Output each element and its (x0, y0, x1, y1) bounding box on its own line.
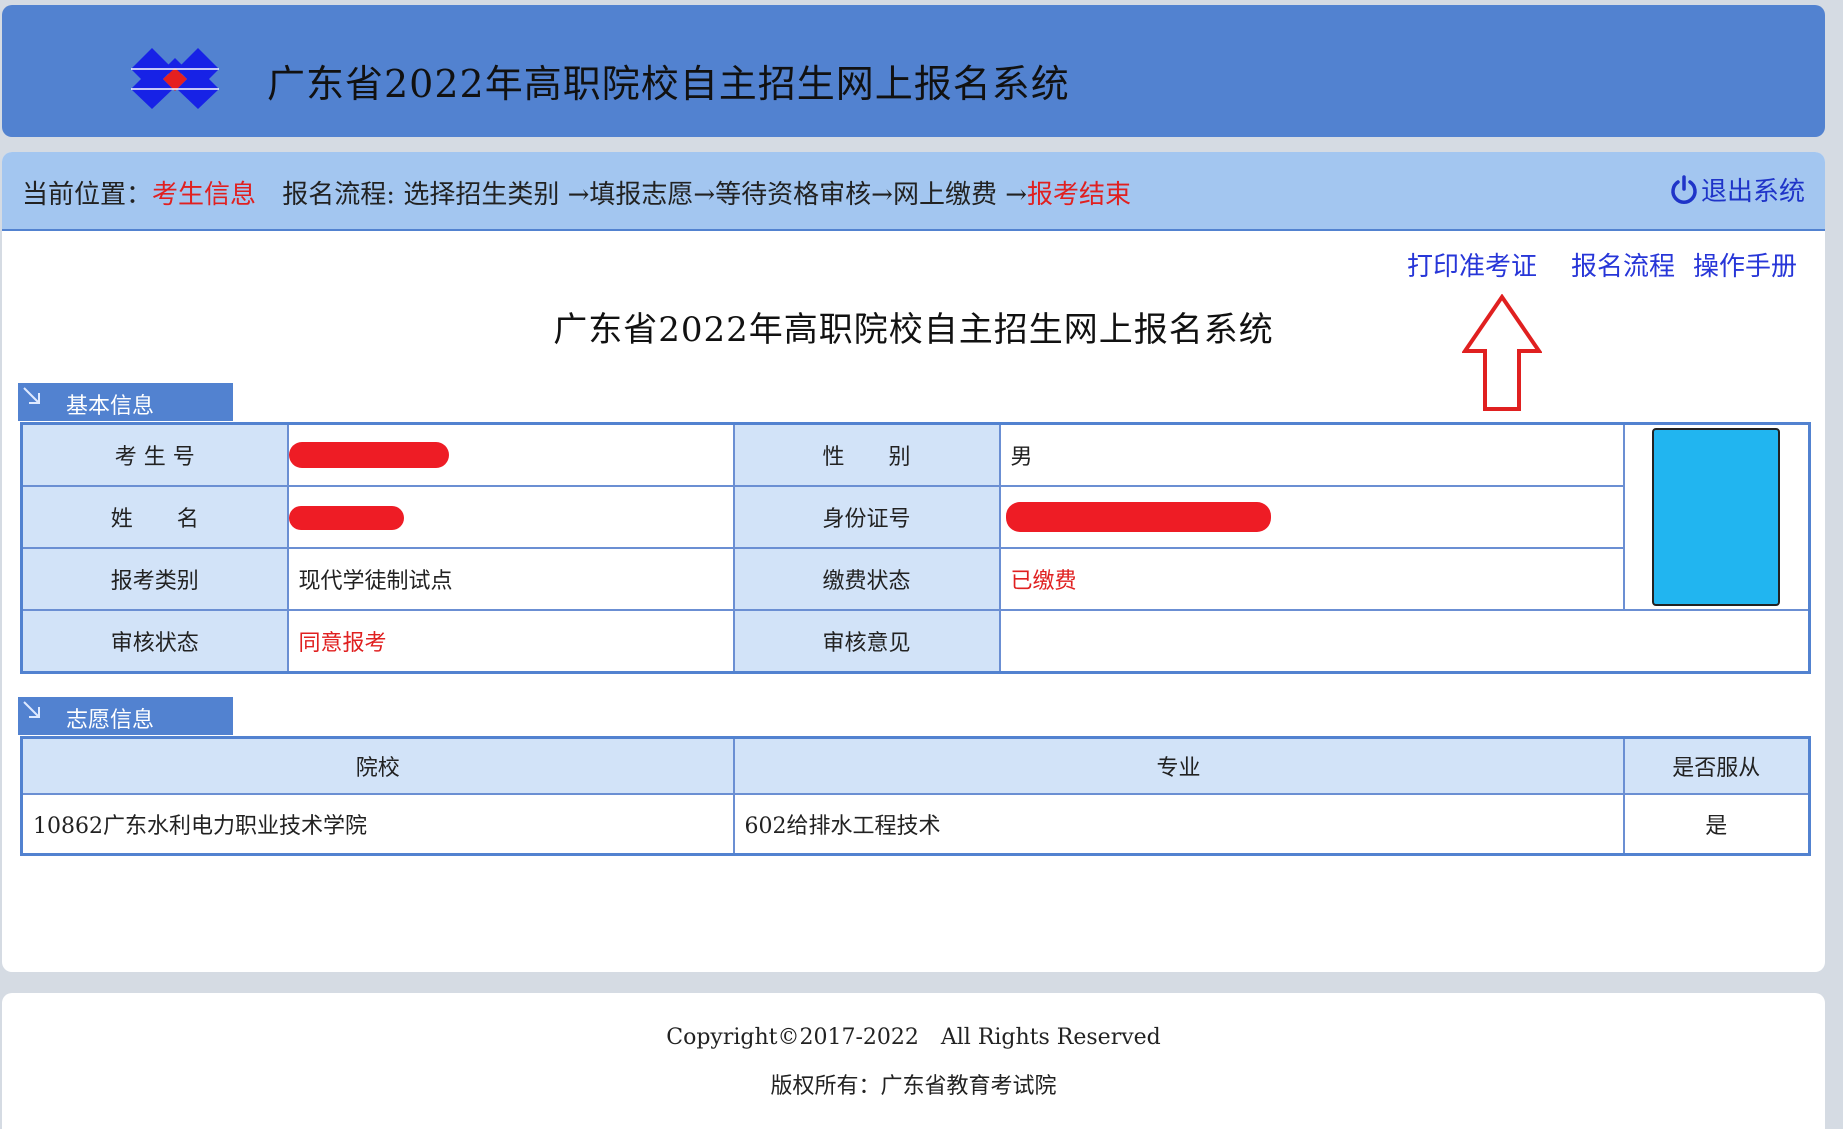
redaction-mark (288, 442, 449, 468)
wish-info-tab: 志愿信息 (18, 697, 233, 735)
review-opinion-value (998, 609, 1811, 674)
corner-arrow-icon (23, 387, 40, 404)
redaction-mark (288, 505, 404, 530)
gender-label: 性 别 (732, 422, 1001, 487)
payment-status-value: 已缴费 (998, 547, 1625, 611)
up-arrow-annotation (1462, 294, 1542, 411)
basic-info-tab: 基本信息 (18, 383, 233, 421)
major-header: 专业 (732, 736, 1625, 795)
logout-button[interactable]: 退出系统 (1669, 171, 1805, 208)
breadcrumb: 当前位置：考生信息 报名流程: 选择招生类别 →填报志愿→等待资格审核→网上缴费… (2, 152, 1825, 231)
flow-label: 报名流程: (282, 180, 404, 210)
name-value (286, 485, 735, 549)
table-row: 姓 名 身份证号 (20, 485, 1810, 549)
table-row: 10862广东水利电力职业技术学院 602给排水工程技术 是 (20, 793, 1811, 856)
school-header: 院校 (20, 736, 735, 795)
footer: Copyright©2017-2022 All Rights Reserved … (2, 993, 1825, 1129)
school-cell: 10862广东水利电力职业技术学院 (20, 793, 735, 856)
major-cell: 602给排水工程技术 (732, 793, 1625, 856)
obey-header: 是否服从 (1622, 736, 1811, 795)
basic-info-table: 考 生 号 性 别 男 姓 名 身份证号 报考类别 现代学徒制试点 缴费状态 已… (20, 422, 1811, 674)
table-row: 报考类别 现代学徒制试点 缴费状态 已缴费 (20, 547, 1810, 611)
breadcrumb-label: 当前位置： (22, 180, 153, 210)
exam-no-label: 考 生 号 (20, 422, 289, 487)
category-value: 现代学徒制试点 (286, 547, 735, 611)
redaction-mark (1005, 502, 1271, 532)
owner-text: 版权所有：广东省教育考试院 (770, 1074, 1057, 1099)
table-row: 审核状态 同意报考 审核意见 (20, 609, 1811, 674)
basic-info-title: 基本信息 (66, 394, 155, 419)
name-label: 姓 名 (20, 485, 289, 549)
table-header-row: 院校 专业 是否服从 (20, 736, 1811, 795)
wish-info-table: 院校 专业 是否服从 10862广东水利电力职业技术学院 602给排水工程技术 … (20, 736, 1811, 856)
review-status-label: 审核状态 (20, 609, 289, 674)
copyright-text: Copyright©2017-2022 All Rights Reserved (666, 1025, 1161, 1050)
logo-icon (131, 48, 219, 109)
category-label: 报考类别 (20, 547, 289, 611)
id-number-value (998, 485, 1625, 549)
quick-links: 打印准考证 报名流程 操作手册 (1407, 246, 1797, 283)
applicant-photo (1652, 428, 1781, 606)
manual-link[interactable]: 操作手册 (1693, 252, 1797, 282)
gender-value: 男 (998, 422, 1625, 487)
review-opinion-label: 审核意见 (732, 609, 1001, 674)
flow-steps: 选择招生类别 →填报志愿→等待资格审核→网上缴费 → (403, 180, 1027, 210)
flow-final-step: 报考结束 (1027, 180, 1132, 210)
corner-arrow-icon (23, 701, 40, 718)
breadcrumb-current: 考生信息 (152, 180, 257, 210)
payment-status-label: 缴费状态 (732, 547, 1001, 611)
power-icon (1671, 174, 1697, 204)
header-title: 广东省2022年高职院校自主招生网上报名系统 (267, 62, 1070, 106)
logout-label: 退出系统 (1700, 177, 1805, 207)
id-number-label: 身份证号 (732, 485, 1001, 549)
photo-cell (1622, 422, 1811, 611)
review-status-value: 同意报考 (286, 609, 735, 674)
print-ticket-link[interactable]: 打印准考证 (1407, 252, 1537, 282)
wish-info-title: 志愿信息 (66, 708, 155, 733)
site-header: 广东省2022年高职院校自主招生网上报名系统 (2, 5, 1825, 137)
process-link[interactable]: 报名流程 (1571, 252, 1675, 282)
table-row: 考 生 号 性 别 男 (20, 422, 1811, 611)
exam-no-value (286, 422, 735, 487)
obey-cell: 是 (1622, 793, 1811, 856)
page-title: 广东省2022年高职院校自主招生网上报名系统 (553, 310, 1274, 350)
